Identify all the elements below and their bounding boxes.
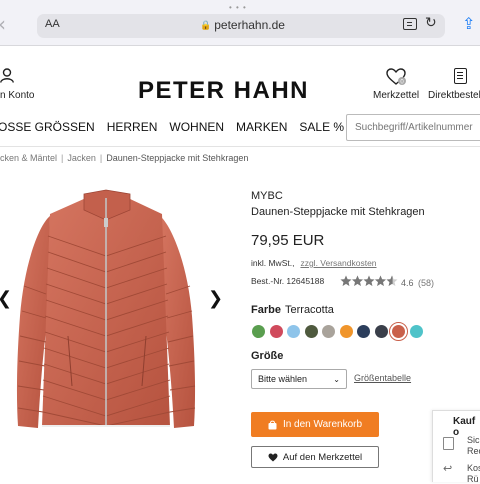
account-label[interactable]: n Konto	[0, 90, 34, 101]
buy-info-item1-line1: Sich	[467, 435, 480, 445]
size-select[interactable]: Bitte wählen ⌄	[251, 369, 347, 389]
product-name: Daunen-Steppjacke mit Stehkragen	[251, 206, 425, 218]
nav-item-brands[interactable]: MARKEN	[236, 120, 287, 134]
chevron-down-icon: ⌄	[333, 374, 340, 384]
color-value: Terracotta	[285, 304, 334, 316]
main-nav: OSSE GRÖSSEN HERREN WOHNEN MARKEN SALE %	[0, 120, 356, 134]
color-swatch[interactable]	[287, 325, 300, 338]
color-swatch[interactable]	[374, 325, 388, 338]
url-display[interactable]: 🔒 peterhahn.de	[200, 18, 285, 32]
add-to-wishlist-button[interactable]: Auf den Merkzettel	[251, 446, 379, 468]
nav-item-living[interactable]: WOHNEN	[169, 120, 224, 134]
quick-order-icon[interactable]	[454, 68, 467, 84]
add-to-cart-button[interactable]: In den Warenkorb	[251, 412, 379, 437]
color-swatch[interactable]	[339, 325, 353, 338]
product-brand[interactable]: MYBC	[251, 190, 283, 202]
breadcrumb-separator: |	[99, 153, 103, 163]
size-select-value: Bitte wählen	[258, 374, 308, 384]
rating-stars[interactable]	[340, 275, 398, 290]
article-number: Best.-Nr. 12645188	[251, 276, 325, 286]
chevron-right-icon[interactable]: ❯	[208, 288, 223, 309]
share-icon[interactable]: ⇪	[462, 14, 475, 33]
color-swatch[interactable]	[322, 325, 335, 338]
product-image[interactable]	[10, 186, 204, 440]
size-table-link[interactable]: Größentabelle	[354, 373, 411, 383]
add-to-cart-label: In den Warenkorb	[282, 419, 363, 430]
shipping-link[interactable]: zzgl. Versandkosten	[300, 258, 376, 268]
nav-item-sale[interactable]: SALE %	[299, 120, 344, 134]
shopping-bag-icon	[268, 420, 277, 429]
color-swatch[interactable]	[304, 325, 318, 338]
search-input[interactable]	[346, 114, 480, 141]
product-price: 79,95 EUR	[251, 232, 325, 249]
breadcrumb: cken & Mäntel | Jacken | Daunen-Steppjac…	[0, 153, 248, 163]
invoice-icon	[443, 437, 454, 450]
color-swatch[interactable]	[409, 325, 423, 338]
quick-order-label[interactable]: Direktbestell	[428, 90, 480, 101]
color-swatch[interactable]	[252, 325, 265, 338]
brand-logo[interactable]: PETER HAHN	[138, 77, 309, 105]
nav-item-plus-sizes[interactable]: OSSE GRÖSSEN	[0, 120, 95, 134]
reload-icon[interactable]: ↻	[425, 15, 437, 31]
breadcrumb-item-coats[interactable]: cken & Mäntel	[0, 153, 57, 163]
rating-count[interactable]: (58)	[418, 278, 434, 288]
back-arrow-icon[interactable]: ‹	[0, 12, 6, 36]
buy-info-item2-line2: Rü	[467, 474, 479, 484]
rating-value: 4.6	[401, 278, 414, 288]
nav-item-men[interactable]: HERREN	[107, 120, 158, 134]
heart-icon	[268, 453, 278, 461]
text-size-button[interactable]: AA	[45, 18, 60, 30]
add-to-wishlist-label: Auf den Merkzettel	[282, 451, 363, 463]
lock-icon: 🔒	[200, 19, 212, 30]
color-swatch[interactable]	[269, 325, 283, 338]
color-label: Farbe	[251, 304, 281, 316]
color-swatch[interactable]	[357, 325, 370, 338]
color-swatch[interactable]	[392, 325, 405, 338]
size-label: Größe	[251, 350, 284, 362]
wishlist-heart-icon[interactable]: 0	[386, 68, 406, 91]
buy-info-item2-line1: Kos	[467, 463, 480, 473]
tax-label: inkl. MwSt.,	[251, 258, 295, 268]
breadcrumb-item-current: Daunen-Steppjacke mit Stehkragen	[106, 153, 249, 163]
star-filled-row	[340, 275, 393, 286]
tab-dots-indicator: • • •	[229, 3, 247, 12]
url-text: peterhahn.de	[214, 18, 285, 32]
tax-info: inkl. MwSt., zzgl. Versandkosten	[251, 258, 377, 268]
buy-info-item1-line2: Rec	[467, 446, 480, 456]
account-icon[interactable]	[0, 68, 14, 83]
reader-view-icon[interactable]	[403, 18, 417, 30]
breadcrumb-separator: |	[61, 153, 64, 163]
breadcrumb-item-jackets[interactable]: Jacken	[67, 153, 96, 163]
return-arrow-icon: ↩	[443, 462, 453, 475]
wishlist-label[interactable]: Merkzettel	[373, 90, 419, 101]
nav-divider	[0, 146, 480, 147]
